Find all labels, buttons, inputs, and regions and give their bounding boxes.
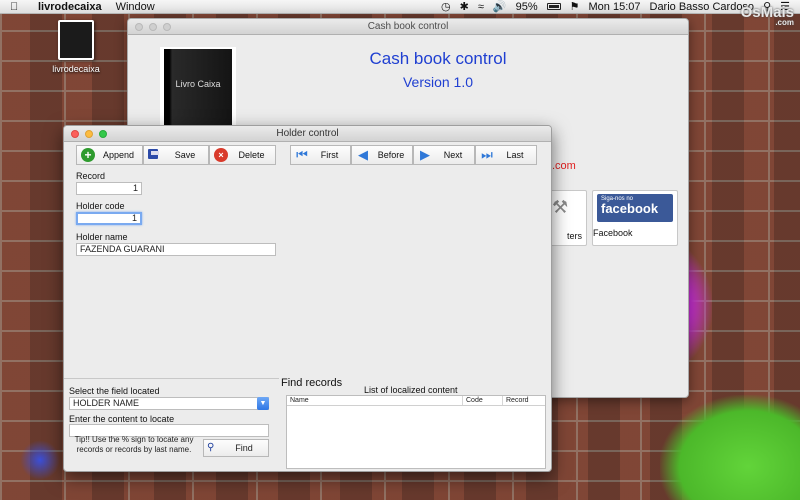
bluetooth-icon[interactable]: ✱ bbox=[460, 0, 469, 13]
column-record[interactable]: Record bbox=[503, 396, 545, 405]
flag-icon[interactable]: ⚑ bbox=[570, 0, 580, 13]
apple-icon[interactable]:  bbox=[10, 1, 24, 13]
facebook-logo-icon: Siga-nos no facebook bbox=[597, 194, 673, 222]
wifi-icon[interactable]: ≈ bbox=[478, 1, 484, 13]
delete-button[interactable]: × Delete bbox=[209, 145, 276, 165]
book-icon bbox=[58, 20, 94, 60]
desktop-app-icon[interactable]: livrodecaixa bbox=[52, 20, 100, 74]
delete-icon: × bbox=[214, 148, 228, 162]
chevron-down-icon[interactable]: ▼ bbox=[257, 397, 269, 410]
field-select-value: HOLDER NAME bbox=[73, 398, 140, 408]
arrow-left-icon: ◀ bbox=[358, 147, 368, 162]
wrench-icon: ⚒ bbox=[552, 197, 569, 217]
skip-first-icon: ⏮ bbox=[296, 147, 308, 162]
holder-window-title: Holder control bbox=[276, 128, 339, 139]
floppy-icon bbox=[148, 149, 160, 161]
desktop-icon-caption: livrodecaixa bbox=[52, 64, 100, 74]
record-label: Record bbox=[76, 171, 106, 181]
append-button[interactable]: + Append bbox=[76, 145, 143, 165]
minimize-button[interactable] bbox=[149, 23, 157, 31]
facebook-label: Facebook bbox=[593, 228, 633, 238]
search-pane: Select the field located HOLDER NAME ▼ E… bbox=[64, 378, 279, 471]
close-button[interactable] bbox=[135, 23, 143, 31]
results-header: Name Code Record bbox=[287, 396, 545, 406]
arrow-right-icon: ▶ bbox=[420, 147, 430, 162]
zoom-button[interactable] bbox=[163, 23, 171, 31]
menu-app-name[interactable]: livrodecaixa bbox=[38, 1, 102, 13]
facebook-tile[interactable]: Siga-nos no facebook Facebook bbox=[592, 190, 678, 246]
volume-icon[interactable]: 🔊 bbox=[493, 0, 507, 13]
window-controls bbox=[135, 23, 171, 31]
first-button[interactable]: ⏮ First bbox=[290, 145, 351, 165]
record-field[interactable]: 1 bbox=[76, 182, 142, 195]
save-button[interactable]: Save bbox=[143, 145, 209, 165]
brand-watermark: OsMais .com bbox=[740, 4, 794, 27]
main-window-titlebar[interactable]: Cash book control bbox=[128, 19, 688, 35]
holder-code-label: Holder code bbox=[76, 201, 125, 211]
column-name[interactable]: Name bbox=[287, 396, 463, 405]
app-version: Version 1.0 bbox=[402, 74, 474, 90]
menu-user[interactable]: Dario Basso Cardoso bbox=[650, 1, 755, 13]
holder-name-label: Holder name bbox=[76, 232, 128, 242]
window-controls bbox=[71, 130, 107, 138]
holder-window-titlebar[interactable]: Holder control bbox=[64, 126, 551, 142]
holder-name-field[interactable]: FAZENDA GUARANI bbox=[76, 243, 276, 256]
battery-percent[interactable]: 95% bbox=[516, 1, 538, 13]
battery-icon[interactable] bbox=[546, 3, 561, 10]
zoom-button[interactable] bbox=[99, 130, 107, 138]
menu-window[interactable]: Window bbox=[116, 1, 155, 13]
paint-splash-blue bbox=[20, 440, 60, 480]
column-code[interactable]: Code bbox=[463, 396, 503, 405]
next-button[interactable]: ▶ Next bbox=[413, 145, 475, 165]
results-list[interactable]: Name Code Record bbox=[286, 395, 546, 469]
plus-icon: + bbox=[81, 148, 95, 162]
minimize-button[interactable] bbox=[85, 130, 93, 138]
website-link[interactable]: .com bbox=[552, 160, 576, 172]
results-caption: List of localized content bbox=[364, 385, 458, 395]
field-select[interactable]: HOLDER NAME ▼ bbox=[69, 397, 269, 410]
field-select-label: Select the field located bbox=[69, 386, 160, 396]
find-records-title: Find records bbox=[281, 377, 343, 389]
paint-splash-green bbox=[660, 395, 800, 500]
holder-window: Holder control + Append Save × Delete ⏮ … bbox=[63, 125, 552, 472]
last-button[interactable]: ⏭ Last bbox=[475, 145, 537, 165]
find-button[interactable]: ⚲ Find bbox=[203, 439, 269, 457]
close-button[interactable] bbox=[71, 130, 79, 138]
main-window-title: Cash book control bbox=[367, 21, 449, 32]
menu-extras: ◷ ✱ ≈ 🔊 95% ⚑ Mon 15:07 Dario Basso Card… bbox=[441, 0, 790, 14]
time-machine-icon[interactable]: ◷ bbox=[441, 0, 451, 13]
skip-last-icon: ⏭ bbox=[481, 147, 493, 162]
tip-text: Tip!! Use the % sign to locate any recor… bbox=[74, 435, 194, 454]
app-heading: Cash book control bbox=[369, 49, 507, 68]
magnifier-icon: ⚲ bbox=[207, 442, 215, 453]
before-button[interactable]: ◀ Before bbox=[351, 145, 413, 165]
holder-code-field[interactable]: 1 bbox=[76, 212, 142, 225]
content-label: Enter the content to locate bbox=[69, 414, 175, 424]
menu-bar:  livrodecaixa Window ◷ ✱ ≈ 🔊 95% ⚑ Mon … bbox=[0, 0, 800, 14]
menu-clock[interactable]: Mon 15:07 bbox=[589, 1, 641, 13]
